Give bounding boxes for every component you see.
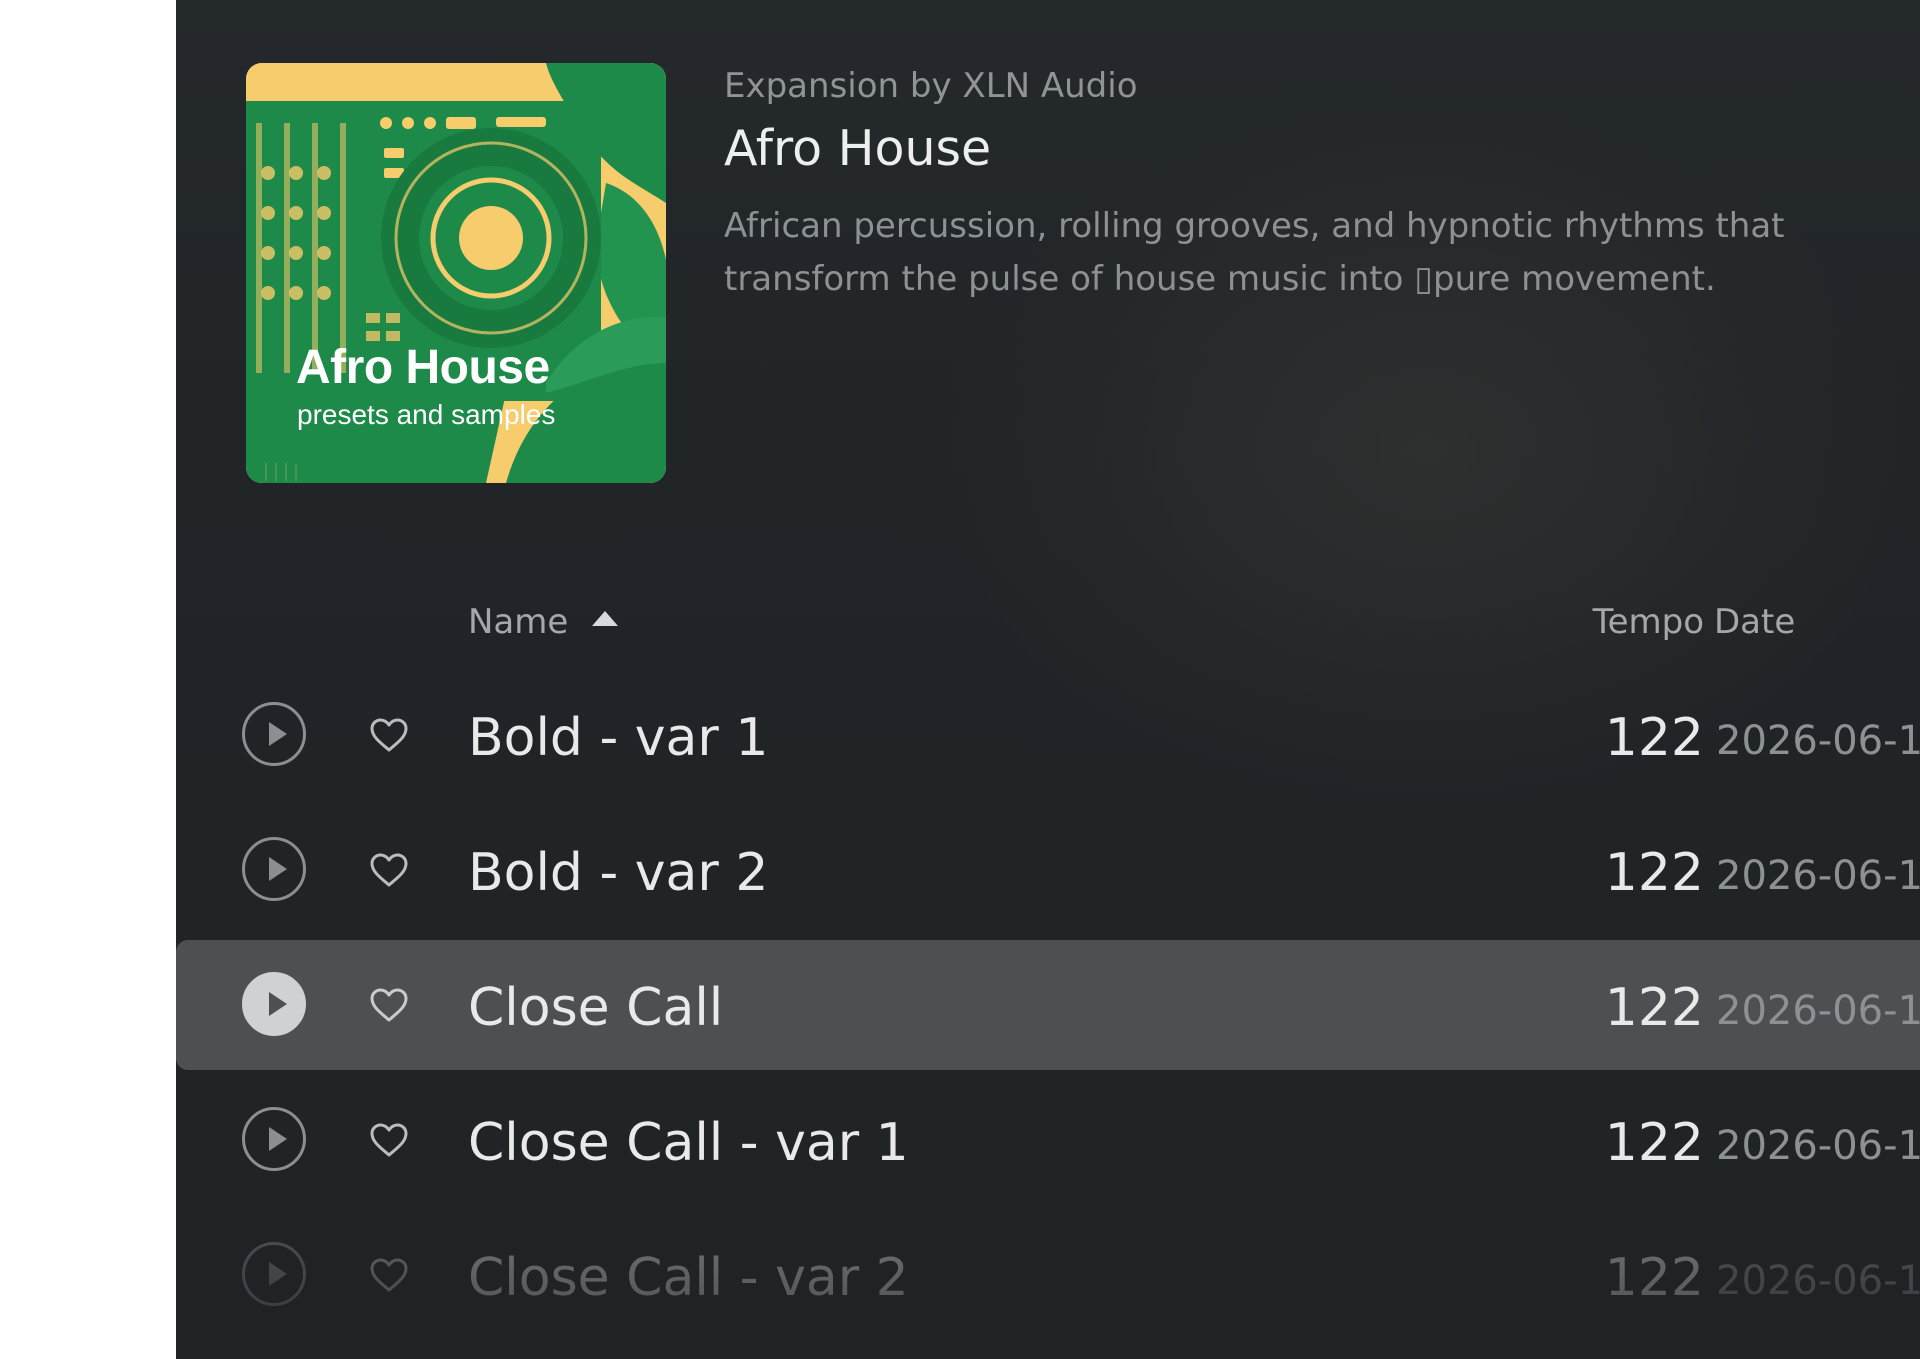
row-tempo: 122 bbox=[1604, 1113, 1704, 1173]
expansion-description: African percussion, rolling grooves, and… bbox=[724, 206, 1785, 299]
column-header-tempo[interactable]: Tempo bbox=[1404, 602, 1704, 642]
column-header-name[interactable]: Name bbox=[468, 602, 568, 642]
play-circle-icon[interactable] bbox=[242, 1242, 306, 1306]
table-row[interactable]: Close Call - var 1 122 2026-06-10 bbox=[176, 1075, 1920, 1205]
expansion-cover-art[interactable]: Afro House presets and samples bbox=[246, 63, 666, 483]
row-name: Bold - var 2 bbox=[468, 843, 769, 903]
row-name: Close Call bbox=[468, 978, 724, 1038]
play-circle-icon[interactable] bbox=[242, 837, 306, 901]
heart-outline-icon[interactable] bbox=[369, 987, 409, 1023]
play-circle-icon[interactable] bbox=[242, 972, 306, 1036]
row-tempo: 122 bbox=[1604, 978, 1704, 1038]
play-circle-icon[interactable] bbox=[242, 1107, 306, 1171]
row-date: 2026-06-10 bbox=[1716, 1258, 1920, 1304]
row-date: 2026-06-10 bbox=[1716, 1123, 1920, 1169]
cover-subtitle: presets and samples bbox=[297, 399, 556, 430]
play-circle-icon[interactable] bbox=[242, 702, 306, 766]
expansion-panel: Afro House presets and samples Expansion… bbox=[176, 0, 1920, 1359]
row-date: 2026-06-10 bbox=[1716, 718, 1920, 764]
expansion-publisher: Expansion by XLN Audio bbox=[724, 66, 1138, 106]
cover-title: Afro House bbox=[296, 341, 550, 394]
sort-ascending-icon[interactable] bbox=[592, 611, 618, 626]
heart-outline-icon[interactable] bbox=[369, 852, 409, 888]
row-tempo: 122 bbox=[1604, 1248, 1704, 1308]
row-name: Close Call - var 2 bbox=[468, 1248, 909, 1308]
row-name: Close Call - var 1 bbox=[468, 1113, 909, 1173]
table-row[interactable]: Close Call - var 2 122 2026-06-10 bbox=[176, 1210, 1920, 1340]
heart-outline-icon[interactable] bbox=[369, 717, 409, 753]
row-date: 2026-06-10 bbox=[1716, 988, 1920, 1034]
heart-outline-icon[interactable] bbox=[369, 1122, 409, 1158]
table-row[interactable]: Bold - var 1 122 2026-06-10 bbox=[176, 670, 1920, 800]
table-row[interactable]: Bold - var 2 122 2026-06-10 bbox=[176, 805, 1920, 935]
column-header-date[interactable]: Date bbox=[1714, 602, 1795, 642]
expansion-title: Afro House bbox=[724, 120, 992, 177]
row-name: Bold - var 1 bbox=[468, 708, 769, 768]
table-row-selected[interactable]: Close Call 122 2026-06-10 bbox=[176, 940, 1920, 1070]
heart-outline-icon[interactable] bbox=[369, 1257, 409, 1293]
row-tempo: 122 bbox=[1604, 708, 1704, 768]
row-tempo: 122 bbox=[1604, 843, 1704, 903]
row-date: 2026-06-10 bbox=[1716, 853, 1920, 899]
